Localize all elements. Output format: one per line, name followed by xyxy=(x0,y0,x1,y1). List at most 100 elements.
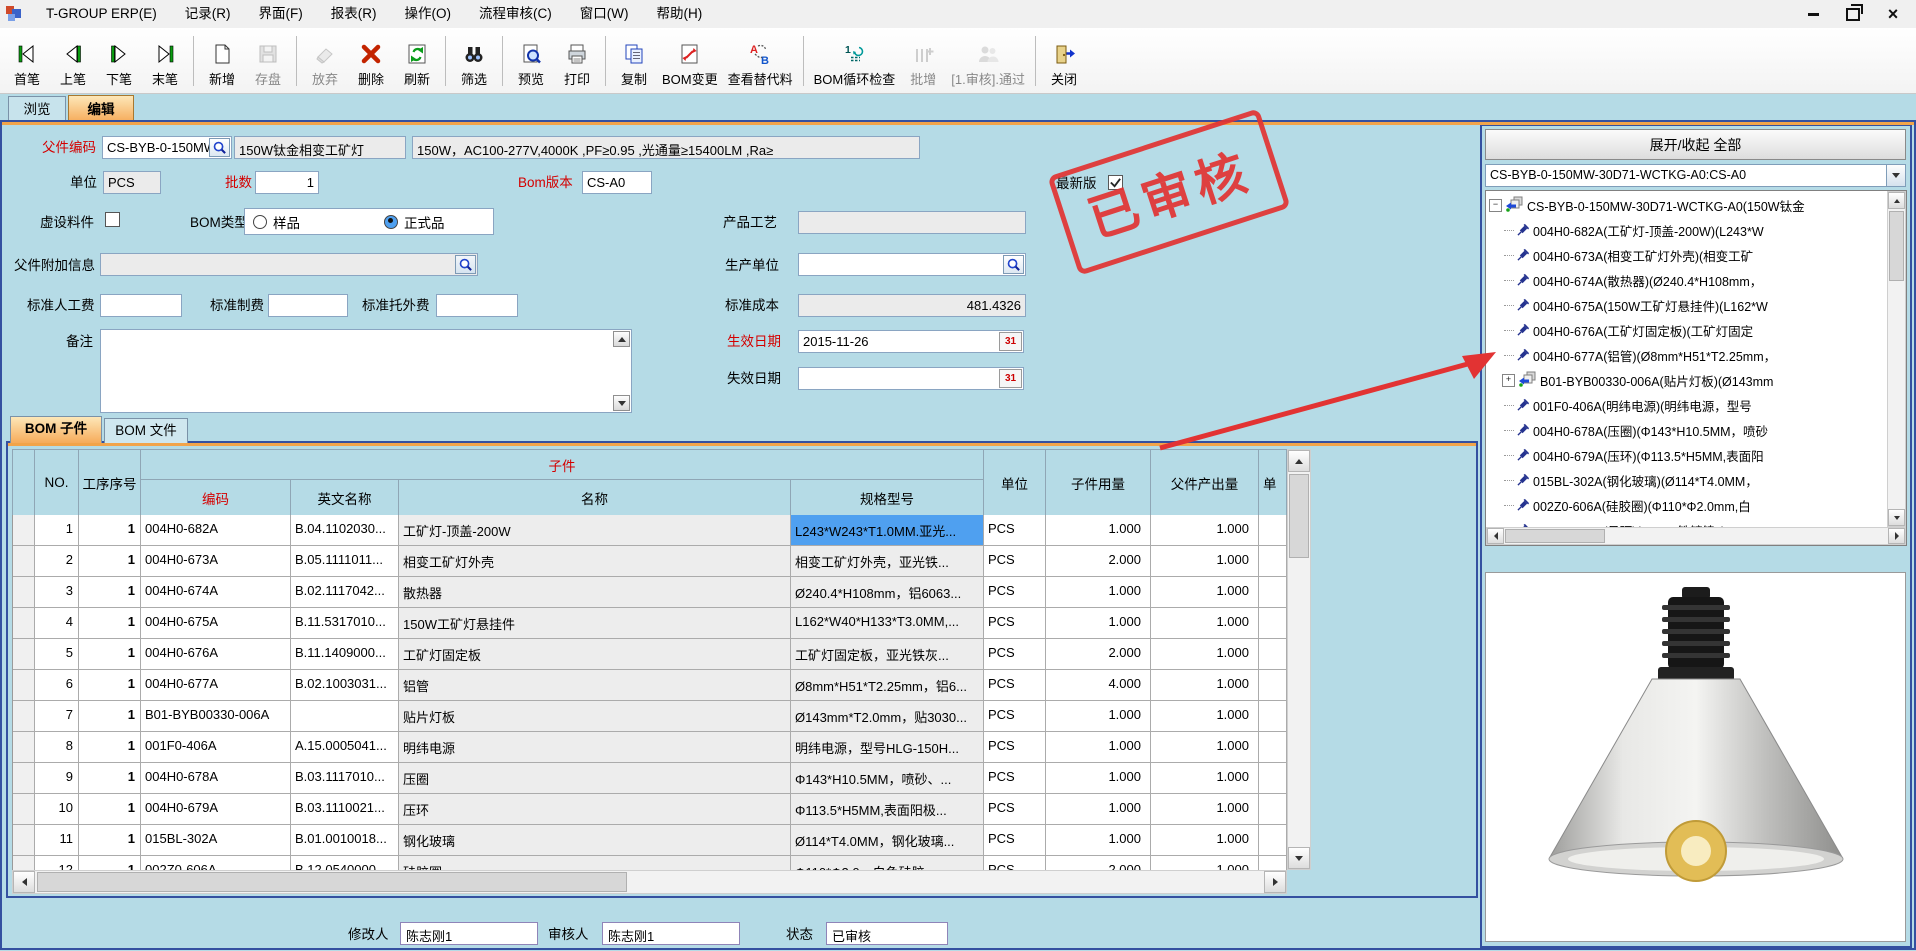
cell-code[interactable]: 004H0-677A xyxy=(141,670,291,701)
table-hscrollbar[interactable] xyxy=(12,870,1287,894)
effective-date-field[interactable]: 2015-11-26 31 xyxy=(798,330,1024,353)
lookup-icon[interactable] xyxy=(209,138,230,157)
toolbar-new-record[interactable]: 新增 xyxy=(199,32,245,90)
table-vscrollbar[interactable] xyxy=(1287,449,1311,870)
cell-en-name[interactable]: B.11.5317010... xyxy=(291,608,399,639)
toolbar-close-app[interactable]: 关闭 xyxy=(1041,32,1087,90)
cell-seq[interactable]: 1 xyxy=(79,670,141,701)
toolbar-preview[interactable]: 预览 xyxy=(508,32,554,90)
menu-item-6[interactable]: 窗口(W) xyxy=(566,0,643,28)
cell-no[interactable]: 12 xyxy=(35,856,79,870)
tree-item[interactable]: 004H0-674A(散热器)(Ø240.4*H108mm， xyxy=(1486,268,1886,293)
toolbar-bom-change[interactable]: BOM变更 xyxy=(657,32,723,90)
cell-unit[interactable]: PCS xyxy=(984,639,1046,670)
tree-item[interactable]: 004H0-678A(压圈)(Φ143*H10.5MM，喷砂 xyxy=(1486,418,1886,443)
tree-item[interactable]: 015BL-302A(钢化玻璃)(Ø114*T4.0MM， xyxy=(1486,468,1886,493)
menu-item-3[interactable]: 报表(R) xyxy=(317,0,391,28)
cell-code[interactable]: 001F0-406A xyxy=(141,732,291,763)
menu-item-1[interactable]: 记录(R) xyxy=(171,0,245,28)
cell-name[interactable]: 压圈 xyxy=(399,763,791,794)
cell-parent-qty[interactable]: 1.000 xyxy=(1151,856,1259,870)
table-row[interactable]: 121002Z0-606AB.12.0540000...硅胶圈Φ110*Φ2.0… xyxy=(13,856,1288,870)
cell-seq[interactable]: 1 xyxy=(79,577,141,608)
radio-sample[interactable] xyxy=(253,215,267,229)
cell-seq[interactable]: 1 xyxy=(79,794,141,825)
cell-unit[interactable]: PCS xyxy=(984,670,1046,701)
cell-code[interactable]: B01-BYB00330-006A xyxy=(141,701,291,732)
cell-unit[interactable]: PCS xyxy=(984,856,1046,870)
bom-version-dropdown[interactable]: CS-BYB-0-150MW-30D71-WCTKG-A0:CS-A0 xyxy=(1485,164,1906,187)
scroll-left-icon[interactable] xyxy=(1487,528,1504,544)
chevron-down-icon[interactable] xyxy=(1886,165,1905,186)
toolbar-delete[interactable]: 删除 xyxy=(348,32,394,90)
cell-qty[interactable]: 1.000 xyxy=(1046,515,1151,546)
cell-en-name[interactable]: B.03.1117010... xyxy=(291,763,399,794)
tree-item[interactable]: 004H0-682A(工矿灯-顶盖-200W)(L243*W xyxy=(1486,218,1886,243)
cell-code[interactable]: 004H0-679A xyxy=(141,794,291,825)
bom-version-field[interactable]: CS-A0 xyxy=(582,171,652,194)
cell-unit[interactable]: PCS xyxy=(984,794,1046,825)
cell-seq[interactable]: 1 xyxy=(79,856,141,870)
cell-qty[interactable]: 1.000 xyxy=(1046,825,1151,856)
remark-field[interactable] xyxy=(100,329,632,413)
cell-parent-qty[interactable]: 1.000 xyxy=(1151,825,1259,856)
table-row[interactable]: 111015BL-302AB.01.0010018...钢化玻璃Ø114*T4.… xyxy=(13,825,1288,856)
table-row[interactable]: 61004H0-677AB.02.1003031...铝管Ø8mm*H51*T2… xyxy=(13,670,1288,701)
table-row[interactable]: 41004H0-675AB.11.5317010...150W工矿灯悬挂件L16… xyxy=(13,608,1288,639)
cell-en-name[interactable]: B.05.1111011... xyxy=(291,546,399,577)
expiry-date-field[interactable]: 31 xyxy=(798,367,1024,390)
toolbar-copy[interactable]: 复制 xyxy=(611,32,657,90)
modifier-field[interactable]: 陈志刚1 xyxy=(400,922,538,945)
bom-tab-children[interactable]: BOM 子件 xyxy=(10,416,102,443)
cell-unit[interactable]: PCS xyxy=(984,546,1046,577)
table-row[interactable]: 51004H0-676AB.11.1409000...工矿灯固定板工矿灯固定板，… xyxy=(13,639,1288,670)
cell-no[interactable]: 1 xyxy=(35,515,79,546)
cell-qty[interactable]: 1.000 xyxy=(1046,794,1151,825)
cell-qty[interactable]: 1.000 xyxy=(1046,577,1151,608)
tree-item[interactable]: 001F0-406A(明纬电源)(明纬电源，型号 xyxy=(1486,393,1886,418)
batch-field[interactable]: 1 xyxy=(255,171,319,194)
cell-seq[interactable]: 1 xyxy=(79,701,141,732)
scroll-down-icon[interactable] xyxy=(1288,847,1310,869)
minimize-button[interactable] xyxy=(1800,4,1826,24)
vscroll-thumb[interactable] xyxy=(1889,211,1904,281)
tree-hscrollbar[interactable] xyxy=(1486,527,1906,545)
cell-en-name[interactable]: B.02.1003031... xyxy=(291,670,399,701)
cell-no[interactable]: 7 xyxy=(35,701,79,732)
virtual-part-checkbox[interactable] xyxy=(105,212,120,227)
scroll-down-icon[interactable] xyxy=(613,395,630,411)
table-row[interactable]: 31004H0-674AB.02.1117042...散热器Ø240.4*H10… xyxy=(13,577,1288,608)
cell-qty[interactable]: 1.000 xyxy=(1046,701,1151,732)
restore-button[interactable] xyxy=(1840,4,1866,24)
cell-qty[interactable]: 2.000 xyxy=(1046,856,1151,870)
tree-item[interactable]: 004H0-680A(吊环)(M20、铁镀镍。) xyxy=(1486,518,1886,527)
cell-en-name[interactable]: B.03.1110021... xyxy=(291,794,399,825)
cell-en-name[interactable]: A.15.0005041... xyxy=(291,732,399,763)
cell-unit[interactable]: PCS xyxy=(984,701,1046,732)
cell-qty[interactable]: 1.000 xyxy=(1046,732,1151,763)
tree-item[interactable]: 004H0-676A(工矿灯固定板)(工矿灯固定 xyxy=(1486,318,1886,343)
expand-icon[interactable]: + xyxy=(1502,374,1515,387)
cell-unit[interactable]: PCS xyxy=(984,608,1046,639)
cell-seq[interactable]: 1 xyxy=(79,763,141,794)
status-field[interactable]: 已审核 xyxy=(826,922,948,945)
cell-spec[interactable]: 相变工矿灯外壳，亚光铁... xyxy=(791,546,984,577)
cell-qty[interactable]: 2.000 xyxy=(1046,546,1151,577)
parent-code-field[interactable]: CS-BYB-0-150MW-3 xyxy=(102,136,232,159)
cell-name[interactable]: 压环 xyxy=(399,794,791,825)
lookup-icon[interactable] xyxy=(1003,255,1024,274)
scroll-down-icon[interactable] xyxy=(1888,509,1905,526)
close-button[interactable]: × xyxy=(1880,4,1906,24)
cell-no[interactable]: 8 xyxy=(35,732,79,763)
toolbar-nav-prev[interactable]: 上笔 xyxy=(50,32,96,90)
cell-name[interactable]: 明纬电源 xyxy=(399,732,791,763)
cell-no[interactable]: 2 xyxy=(35,546,79,577)
toolbar-nav-next[interactable]: 下笔 xyxy=(96,32,142,90)
cell-name[interactable]: 硅胶圈 xyxy=(399,856,791,870)
vscroll-thumb[interactable] xyxy=(1289,474,1309,558)
tab-browse[interactable]: 浏览 xyxy=(8,96,66,121)
table-row[interactable]: 101004H0-679AB.03.1110021...压环Φ113.5*H5M… xyxy=(13,794,1288,825)
cell-spec[interactable]: Ø114*T4.0MM，钢化玻璃... xyxy=(791,825,984,856)
cell-parent-qty[interactable]: 1.000 xyxy=(1151,670,1259,701)
table-row[interactable]: 11004H0-682AB.04.1102030...工矿灯-顶盖-200WL2… xyxy=(13,515,1288,546)
